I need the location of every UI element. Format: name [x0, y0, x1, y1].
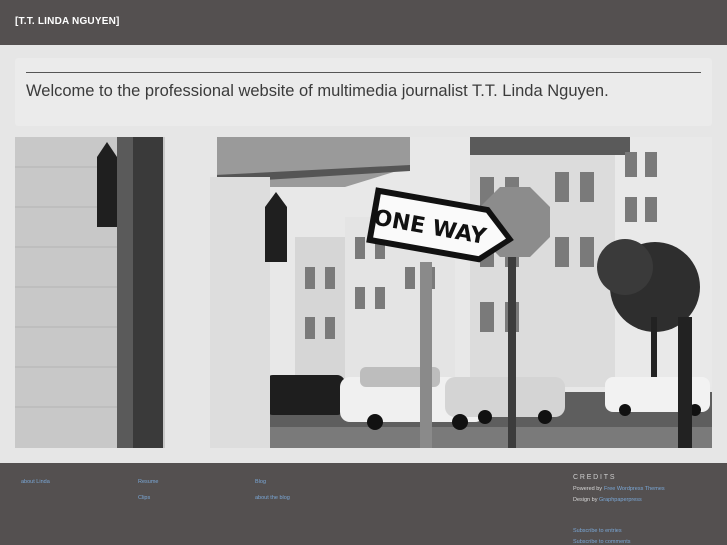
- welcome-divider: [26, 72, 701, 73]
- footer-link-clips[interactable]: Clips: [138, 495, 150, 501]
- hero-photo: ONE WAY: [15, 137, 712, 448]
- design-by-label: Design by: [573, 497, 598, 503]
- footer-link-blog[interactable]: Blog: [255, 479, 266, 485]
- subscribe-comments-link[interactable]: Subscribe to comments: [573, 539, 630, 545]
- site-header: [T.T. LINDA NGUYEN]: [0, 0, 727, 45]
- powered-by-label: Powered by: [573, 486, 603, 492]
- subscribe-entries-link[interactable]: Subscribe to entries: [573, 528, 622, 534]
- welcome-message: Welcome to the professional website of m…: [26, 82, 609, 100]
- credits-heading: CREDITS: [573, 474, 617, 481]
- site-title-link[interactable]: [T.T. LINDA NGUYEN]: [15, 16, 120, 27]
- footer-link-about-blog[interactable]: about the blog: [255, 495, 290, 501]
- site-footer: about Linda Resume Clips Blog about the …: [0, 463, 727, 545]
- powered-by-link[interactable]: Free Wordpress Themes: [604, 486, 665, 492]
- design-by-link[interactable]: Graphpaperpress: [599, 497, 642, 503]
- welcome-panel: Welcome to the professional website of m…: [15, 58, 712, 126]
- footer-link-resume[interactable]: Resume: [138, 479, 158, 485]
- footer-link-about-linda[interactable]: about Linda: [21, 479, 50, 485]
